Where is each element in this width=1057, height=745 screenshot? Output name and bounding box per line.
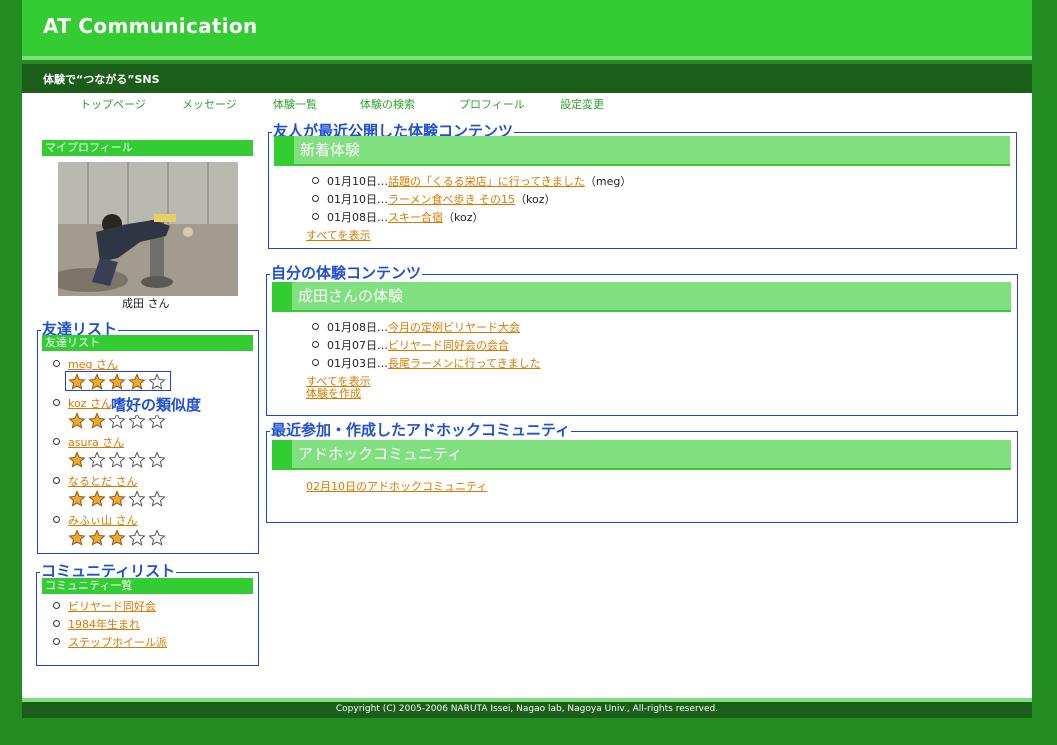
adhoc-community-link[interactable]: 02月10日のアドホックコミュニティ: [306, 478, 487, 494]
friend-item: なるとだ さん: [48, 472, 166, 511]
friend-link[interactable]: なるとだ さん: [68, 475, 138, 488]
friend-item: asura さん: [48, 433, 166, 472]
my-content-legend: 自分の体験コンテンツ: [270, 264, 423, 282]
star-filled-icon: [88, 529, 108, 547]
star-empty-icon: [128, 490, 148, 508]
my-content-fieldset: 自分の体験コンテンツ 成田さんの体験 01月08日…今月の定例ビリヤード大会 0…: [266, 264, 1018, 416]
adhoc-fieldset: 最近参加・作成したアドホックコミュニティ アドホックコミュニティ 02月10日の…: [266, 421, 1018, 523]
star-empty-icon: [148, 529, 168, 547]
star-empty-icon: [128, 529, 148, 547]
entry-author: （koz）: [443, 211, 484, 224]
entry-link[interactable]: ビリヤード同好会の会合: [388, 339, 509, 352]
star-filled-icon: [68, 529, 88, 547]
my-profile-bar: マイプロフィール: [42, 140, 253, 156]
list-item[interactable]: ビリヤード同好会: [48, 597, 167, 615]
site-footer: Copyright (C) 2005-2006 NARUTA Issei, Na…: [22, 698, 1032, 718]
site-title: AT Communication: [43, 14, 258, 38]
star-empty-icon: [88, 451, 108, 469]
entry-link[interactable]: 長尾ラーメンに行ってきました: [388, 357, 541, 370]
nav-settings[interactable]: 設定変更: [560, 96, 604, 112]
star-filled-icon: [108, 490, 128, 508]
friends-recent-show-all[interactable]: すべてを表示: [306, 227, 371, 243]
community-link[interactable]: ビリヤード同好会: [68, 600, 156, 613]
list-item[interactable]: ステップホイール派: [48, 633, 167, 651]
entry-date: 01月08日…: [327, 321, 388, 334]
nav-messages[interactable]: メッセージ: [182, 96, 237, 112]
list-item: 01月08日…スキー合宿（koz）: [307, 208, 631, 226]
entry-author: （meg）: [584, 175, 632, 188]
entry-link[interactable]: ラーメン食べ歩き その15: [388, 193, 515, 206]
entry-author: （koz）: [515, 193, 556, 206]
list-item: 01月10日…話題の「くるる栄店」に行ってきました（meg）: [307, 172, 631, 190]
star-filled-icon: [108, 529, 128, 547]
friend-link[interactable]: みふぃ山 さん: [68, 514, 138, 527]
entry-date: 01月10日…: [327, 193, 388, 206]
similarity-stars: [68, 451, 168, 469]
nav-experience-list[interactable]: 体験一覧: [273, 96, 317, 112]
friends-bar: 友達リスト: [42, 335, 253, 351]
similarity-stars: [68, 373, 168, 391]
star-filled-icon: [88, 490, 108, 508]
friend-list: meg さん koz さん asura さんなるとだ さん みふぃ山 さん: [48, 355, 166, 550]
entry-link[interactable]: 今月の定例ビリヤード大会: [388, 321, 520, 334]
friend-item: meg さん: [48, 355, 166, 394]
list-item: 01月08日…今月の定例ビリヤード大会: [307, 318, 541, 336]
friend-item: みふぃ山 さん: [48, 511, 166, 550]
nav-top[interactable]: トップページ: [80, 96, 146, 112]
adhoc-heading: アドホックコミュニティ: [272, 440, 1011, 470]
entry-link[interactable]: スキー合宿: [388, 211, 443, 224]
list-item: 01月10日…ラーメン食べ歩き その15（koz）: [307, 190, 631, 208]
my-content-list: 01月08日…今月の定例ビリヤード大会 01月07日…ビリヤード同好会の会合 0…: [307, 318, 541, 372]
star-filled-icon: [68, 373, 88, 391]
friend-link[interactable]: meg さん: [68, 358, 118, 371]
site-header: AT Communication: [22, 0, 1032, 60]
similarity-stars: [68, 529, 168, 547]
star-filled-icon: [68, 490, 88, 508]
friends-fieldset: 友達リスト 友達リスト 嗜好の類似度 meg さん koz さん asura さんな…: [37, 320, 259, 554]
entry-date: 01月07日…: [327, 339, 388, 352]
star-empty-icon: [128, 451, 148, 469]
nav-profile[interactable]: プロフィール: [459, 96, 525, 112]
star-empty-icon: [148, 490, 168, 508]
friends-recent-fieldset: 友人が最近公開した体験コンテンツ 新着体験 01月10日…話題の「くるる栄店」に…: [268, 122, 1017, 249]
entry-date: 01月03日…: [327, 357, 388, 370]
community-link[interactable]: ステップホイール派: [68, 636, 167, 649]
profile-name: 成田 さん: [122, 297, 170, 310]
star-filled-icon: [68, 412, 88, 430]
star-empty-icon: [148, 451, 168, 469]
nav-experience-search[interactable]: 体験の検索: [360, 96, 415, 112]
tagline-bar: 体験で“つながる”SNS: [22, 64, 1032, 93]
create-experience-link[interactable]: 体験を作成: [306, 385, 361, 401]
list-item: 01月03日…長尾ラーメンに行ってきました: [307, 354, 541, 372]
star-filled-icon: [88, 373, 108, 391]
community-link[interactable]: 1984年生まれ: [68, 618, 140, 631]
list-item[interactable]: 1984年生まれ: [48, 615, 167, 633]
list-item: 01月07日…ビリヤード同好会の会合: [307, 336, 541, 354]
star-filled-icon: [88, 412, 108, 430]
adhoc-legend: 最近参加・作成したアドホックコミュニティ: [270, 421, 572, 439]
friend-link[interactable]: asura さん: [68, 436, 124, 449]
my-content-heading: 成田さんの体験: [272, 282, 1011, 312]
similarity-annotation: 嗜好の類似度: [111, 394, 204, 415]
entry-date: 01月08日…: [327, 211, 388, 224]
star-filled-icon: [128, 373, 148, 391]
friend-link[interactable]: koz さん: [68, 397, 112, 410]
copyright-text: Copyright (C) 2005-2006 NARUTA Issei, Na…: [335, 704, 719, 714]
communities-bar: コミュニティ一覧: [42, 578, 253, 594]
friends-recent-list: 01月10日…話題の「くるる栄店」に行ってきました（meg） 01月10日…ラー…: [307, 172, 631, 226]
star-filled-icon: [68, 451, 88, 469]
friends-recent-heading: 新着体験: [274, 136, 1010, 166]
profile-photo[interactable]: [58, 162, 238, 296]
star-empty-icon: [148, 373, 168, 391]
communities-fieldset: コミュニティリスト コミュニティ一覧 ビリヤード同好会 1984年生まれ ステッ…: [36, 562, 259, 666]
page-frame: AT Communication 体験で“つながる”SNS トップページ メッセ…: [22, 0, 1032, 745]
similarity-stars: [68, 490, 168, 508]
star-empty-icon: [108, 451, 128, 469]
site-tagline: 体験で“つながる”SNS: [43, 73, 160, 86]
entry-date: 01月10日…: [327, 175, 388, 188]
star-filled-icon: [108, 373, 128, 391]
main-content: トップページ メッセージ 体験一覧 体験の検索 プロフィール 設定変更 マイプロ…: [22, 93, 1032, 698]
entry-link[interactable]: 話題の「くるる栄店」に行ってきました: [388, 175, 585, 188]
community-list: ビリヤード同好会 1984年生まれ ステップホイール派: [48, 597, 167, 651]
